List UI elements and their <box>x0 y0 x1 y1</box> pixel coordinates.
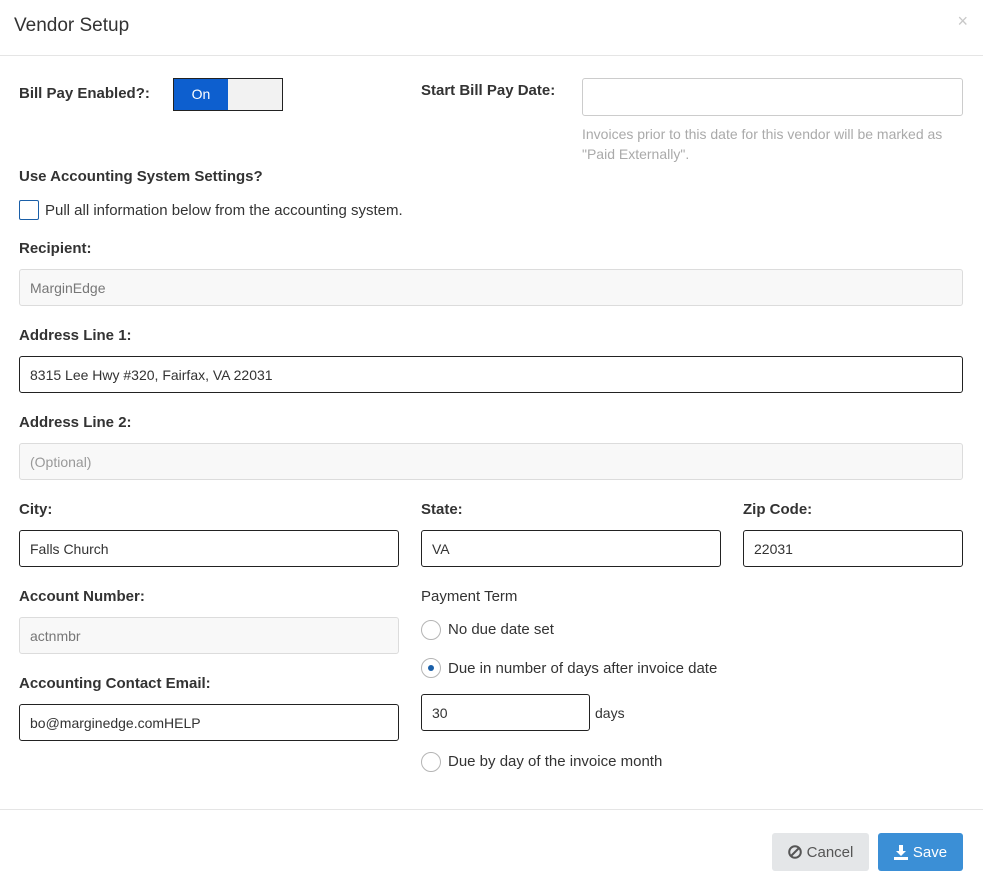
cancel-button[interactable]: Cancel <box>772 833 869 871</box>
city-label: City: <box>19 501 53 518</box>
city-input[interactable] <box>19 530 399 567</box>
save-button-label: Save <box>912 843 948 861</box>
recipient-label: Recipient: <box>19 240 92 257</box>
vendor-setup-modal: Vendor Setup × Bill Pay Enabled?: On Sta… <box>0 0 983 888</box>
zip-code-input[interactable] <box>743 530 963 567</box>
bill-pay-enabled-label: Bill Pay Enabled?: <box>19 85 150 102</box>
address-line-2-label: Address Line 2: <box>19 414 132 431</box>
bill-pay-toggle[interactable]: On <box>173 78 283 111</box>
address-line-2-input[interactable] <box>19 443 963 480</box>
save-button[interactable]: Save <box>878 833 963 871</box>
radio-due-in-days[interactable] <box>421 658 441 678</box>
days-input[interactable] <box>421 694 590 731</box>
state-label: State: <box>421 501 463 518</box>
radio-no-due-date-label: No due date set <box>448 621 554 638</box>
accounting-contact-email-input[interactable] <box>19 704 399 741</box>
start-bill-pay-date-label: Start Bill Pay Date: <box>421 82 556 99</box>
recipient-input <box>19 269 963 306</box>
accounting-settings-label: Use Accounting System Settings? <box>19 168 263 185</box>
footer-divider <box>0 809 983 810</box>
ban-icon <box>787 845 802 859</box>
radio-no-due-date[interactable] <box>421 620 441 640</box>
radio-due-in-days-label: Due in number of days after invoice date <box>448 660 718 677</box>
pull-from-accounting-label: Pull all information below from the acco… <box>45 202 403 219</box>
zip-code-label: Zip Code: <box>743 501 813 518</box>
account-number-label: Account Number: <box>19 588 145 605</box>
pull-from-accounting-checkbox[interactable] <box>19 200 39 220</box>
account-number-input[interactable] <box>19 617 399 654</box>
state-input[interactable] <box>421 530 721 567</box>
address-line-1-label: Address Line 1: <box>19 327 132 344</box>
modal-title: Vendor Setup <box>14 15 130 36</box>
cancel-button-label: Cancel <box>806 843 854 861</box>
modal-header: Vendor Setup × <box>0 0 983 56</box>
days-unit-label: days <box>595 705 625 721</box>
radio-due-by-day-of-month-label: Due by day of the invoice month <box>448 753 663 770</box>
payment-term-label: Payment Term <box>421 588 518 605</box>
close-icon[interactable]: × <box>957 12 968 30</box>
toggle-on-label: On <box>174 79 228 110</box>
start-date-help-text: Invoices prior to this date for this ven… <box>582 126 943 162</box>
accounting-contact-email-label: Accounting Contact Email: <box>19 675 211 692</box>
download-icon <box>893 844 908 860</box>
address-line-1-input[interactable] <box>19 356 963 393</box>
start-bill-pay-date-input[interactable] <box>582 78 963 116</box>
radio-due-by-day-of-month[interactable] <box>421 752 441 772</box>
